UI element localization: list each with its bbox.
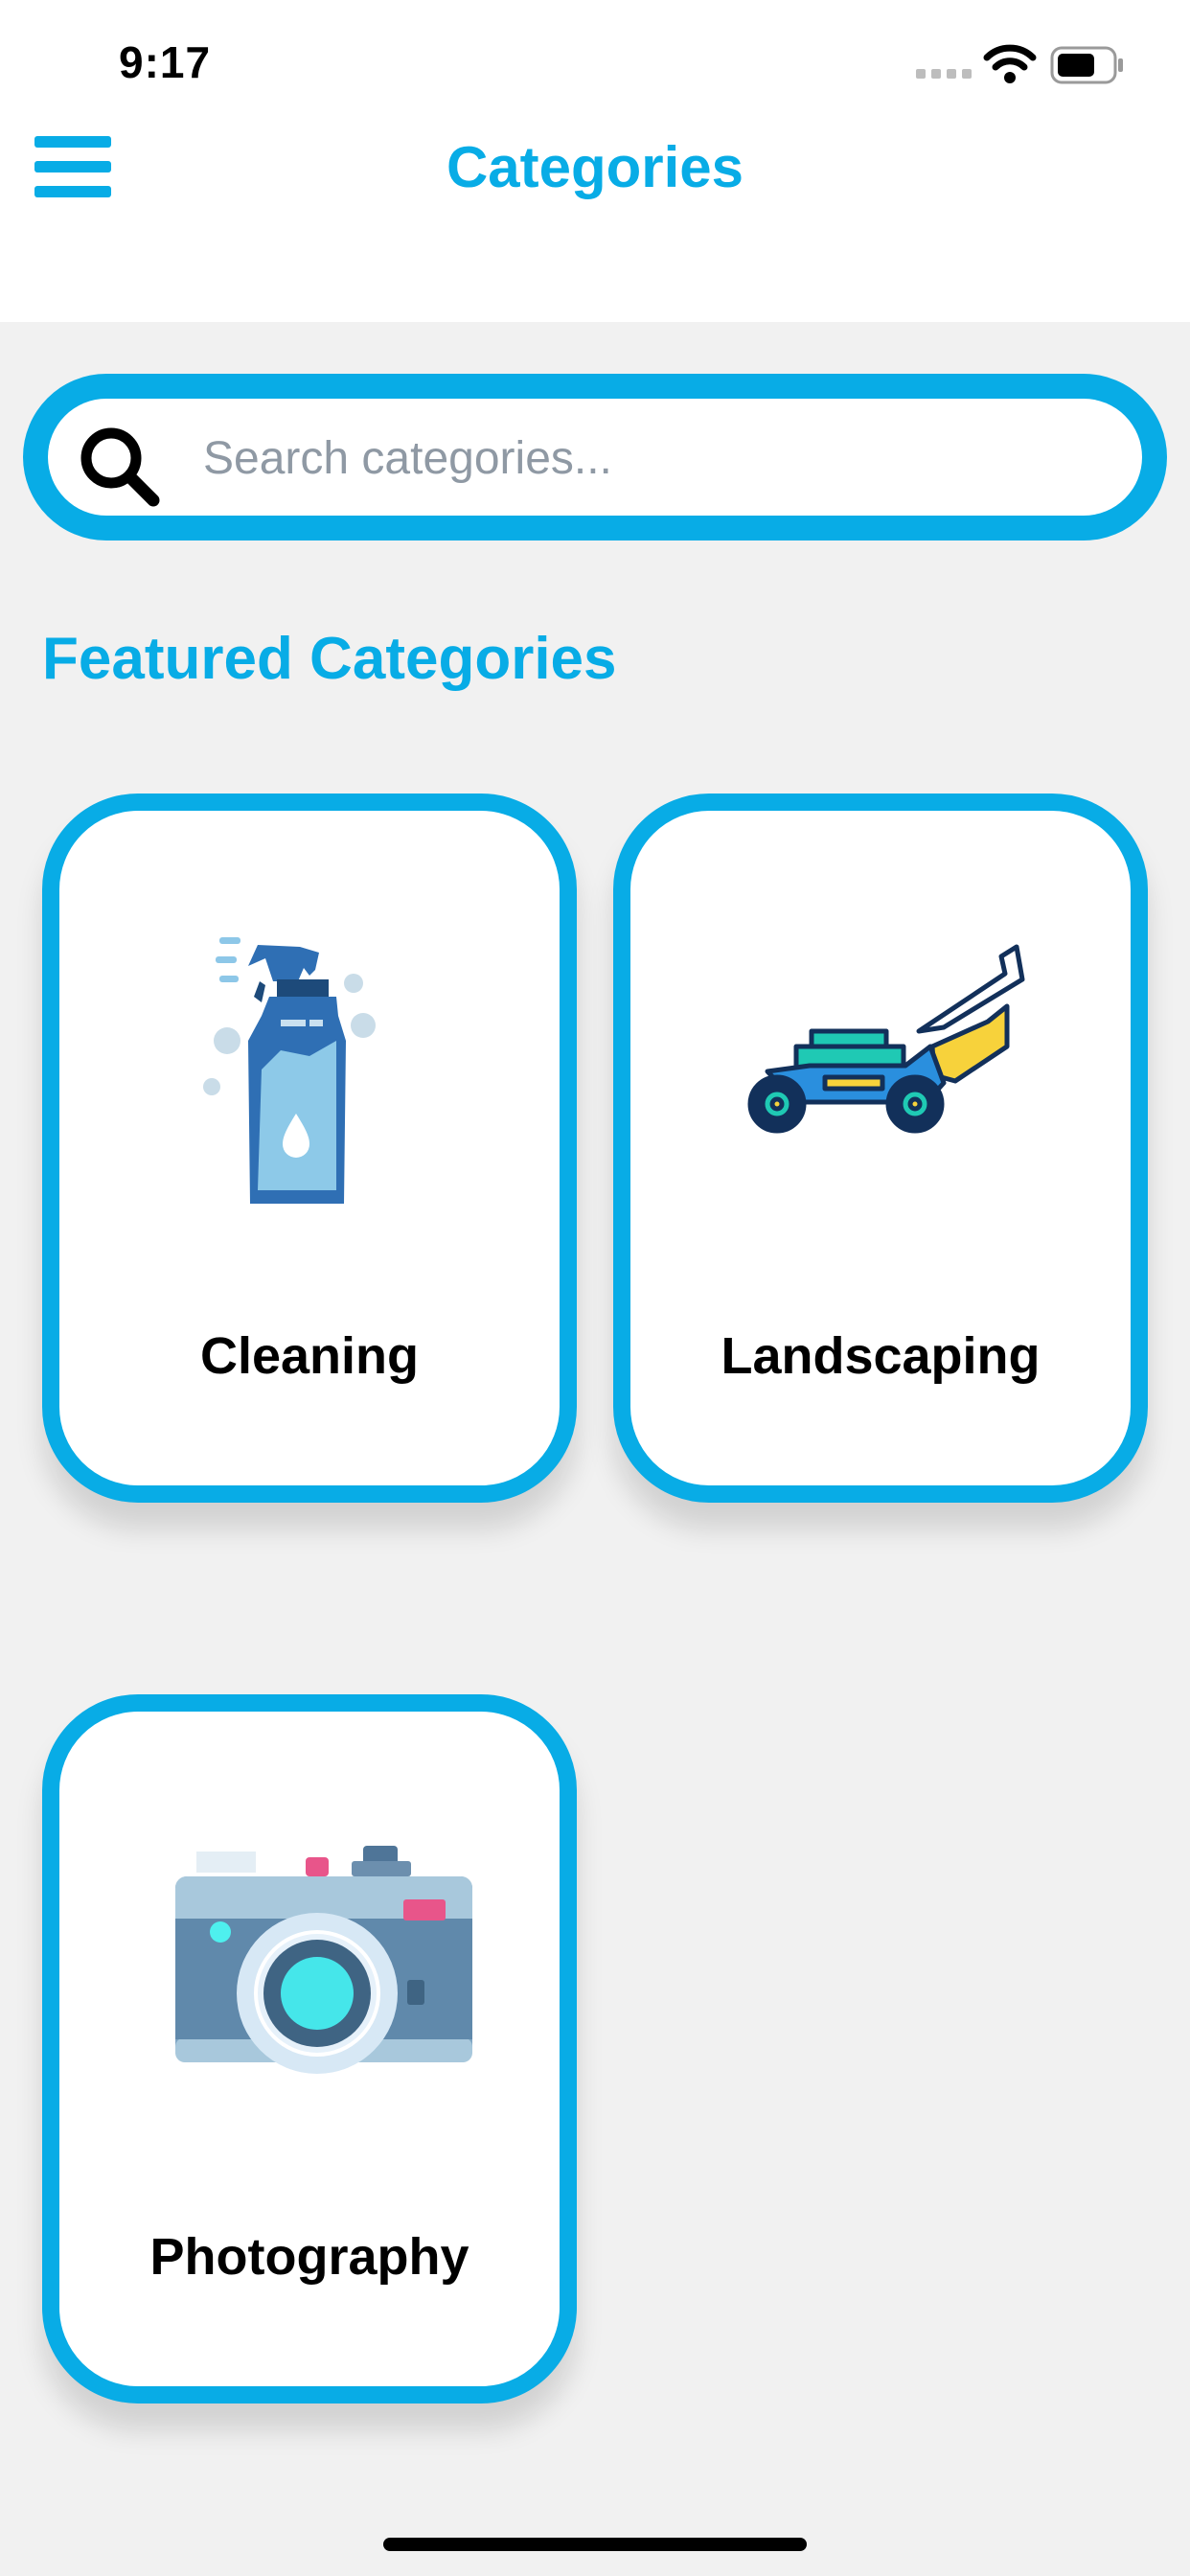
search-input[interactable] (201, 418, 1106, 498)
spray-bottle-icon (203, 937, 376, 1204)
camera-icon (175, 1846, 472, 2074)
page-title: Categories (446, 135, 744, 199)
cellular-signal-icon (916, 69, 972, 79)
status-bar: 9:17 (0, 0, 1190, 134)
battery-icon (1050, 46, 1123, 84)
category-label: Photography (149, 2228, 469, 2286)
wifi-icon (983, 44, 1037, 83)
search-field-container[interactable] (48, 399, 1142, 516)
category-label: Cleaning (199, 1327, 420, 1385)
status-time: 9:17 (119, 37, 212, 87)
category-label: Landscaping (721, 1327, 1041, 1385)
lawn-mower-icon (747, 944, 1025, 1134)
home-indicator[interactable] (383, 2538, 807, 2551)
featured-categories-heading: Featured Categories (42, 626, 617, 692)
search-bar (23, 374, 1167, 540)
search-icon (80, 427, 160, 507)
category-card-photography[interactable]: Photography (42, 1694, 577, 2404)
category-card-cleaning[interactable]: Cleaning (42, 794, 577, 1503)
category-card-landscaping[interactable]: Landscaping (613, 794, 1148, 1503)
